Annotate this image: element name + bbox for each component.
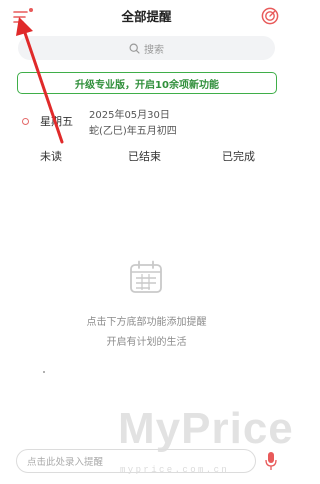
upgrade-banner[interactable]: 升级专业版，开启10余项新功能 [17,72,277,94]
target-icon[interactable] [261,7,279,25]
decorative-dot [43,371,45,373]
tab-completed[interactable]: 已完成 [222,148,255,164]
quick-reminder-input[interactable]: 点击此处录入提醒 [16,449,256,473]
watermark-logo: MyPrice [118,404,294,453]
search-input[interactable]: 搜索 [18,36,275,60]
empty-hint-line1: 点击下方底部功能添加提醒 [86,317,207,328]
empty-hint-line2: 开启有计划的生活 [106,337,187,348]
page-title: 全部提醒 [121,9,172,24]
quick-input-placeholder: 点击此处录入提醒 [27,457,104,468]
search-icon [129,42,140,54]
day-dot-icon [22,118,29,125]
calendar-icon [130,260,162,293]
search-placeholder: 搜索 [144,44,164,56]
weekday-label: 星期五 [40,115,73,128]
tab-ended[interactable]: 已结束 [128,148,161,164]
solar-date: 2025年05月30日 [89,110,170,121]
header: 全部提醒 [0,0,293,32]
day-header: 星期五 2025年05月30日 蛇(乙巳)年五月初四 [22,106,272,142]
lunar-date: 蛇(乙巳)年五月初四 [89,126,177,137]
status-tabs: 未读 已结束 已完成 [0,148,293,170]
microphone-icon[interactable] [264,451,278,471]
reminder-screen: 全部提醒 搜索 升级专业版，开启10余项新功能 星期五 2025年05月30日 … [0,0,293,484]
tab-unread[interactable]: 未读 [40,148,62,164]
